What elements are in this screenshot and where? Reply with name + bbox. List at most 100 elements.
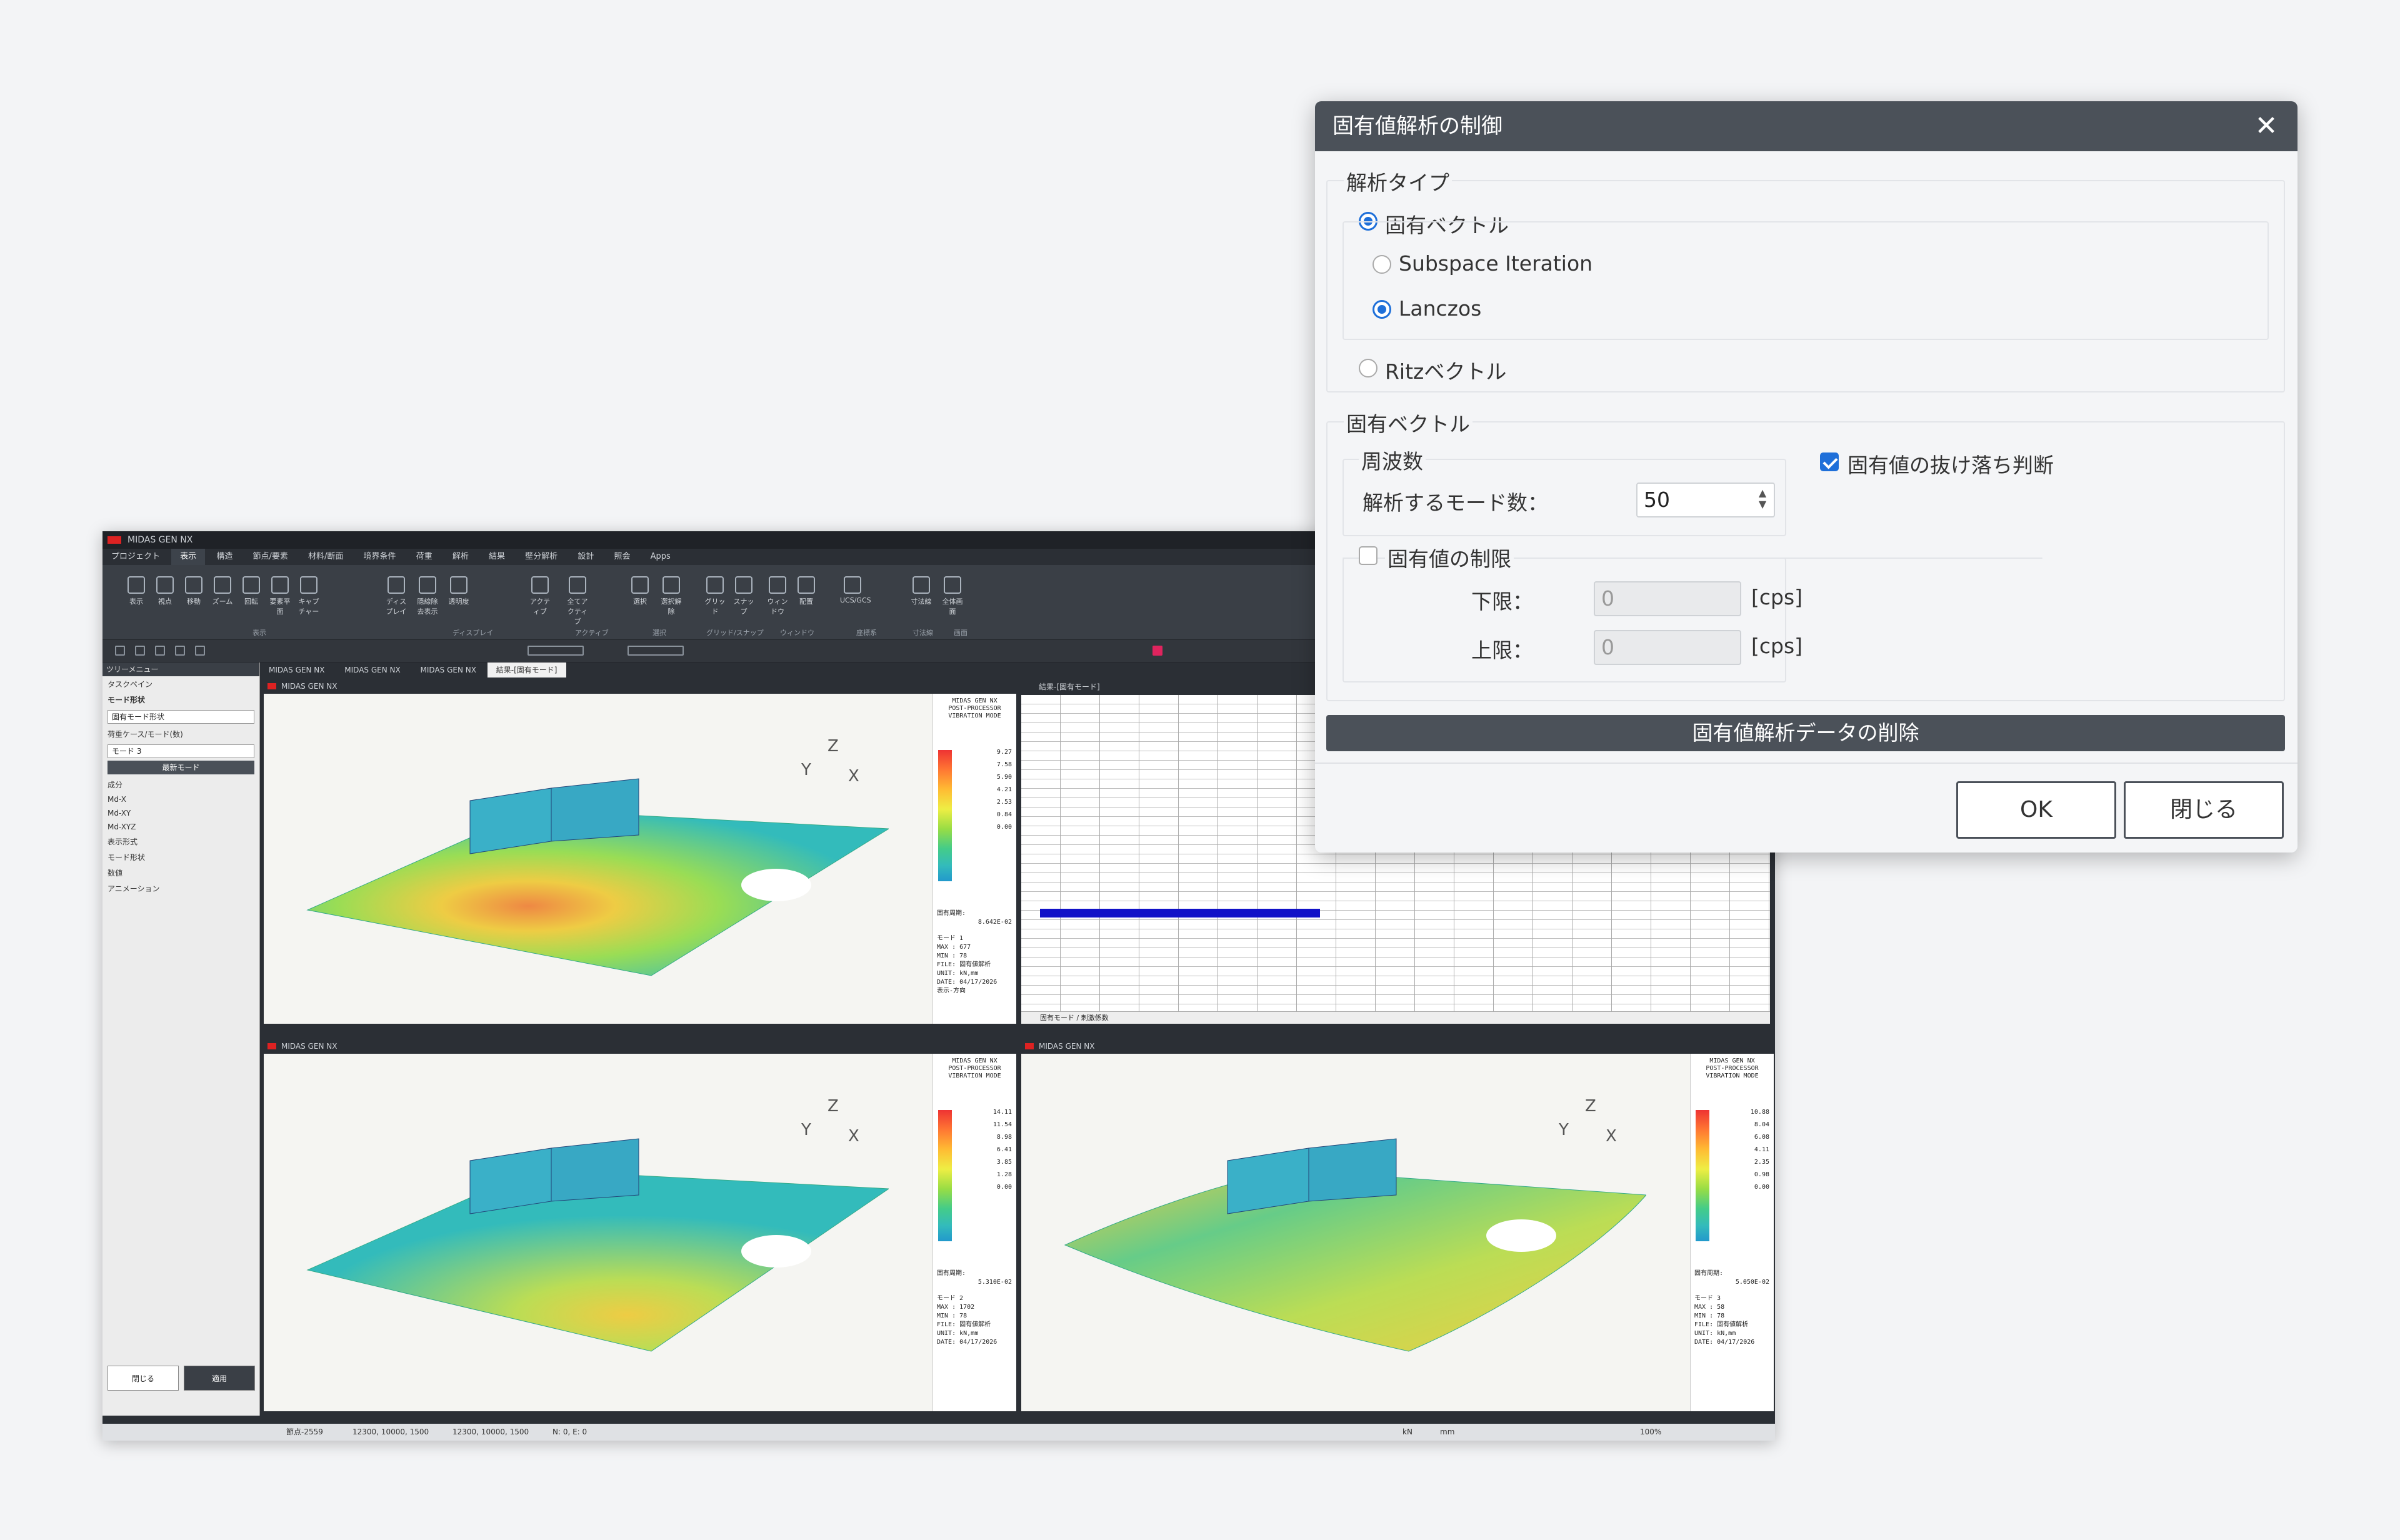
model-viewport[interactable]: MIDAS GEN NX Z Y X MIDAS GEN NX POST-PRO…	[262, 678, 1018, 1025]
subspace-radio[interactable]	[1372, 255, 1391, 274]
close-icon[interactable]: ✕	[2250, 110, 2282, 142]
menu-item[interactable]: 照会	[605, 549, 639, 565]
date-label: DATE: 04/17/2026	[937, 1339, 998, 1346]
model-viewport[interactable]: MIDAS GEN NX Z Y X MIDAS GEN NX POST-PRO…	[262, 1038, 1018, 1412]
doc-tab-active[interactable]: 結果-[固有モード]	[487, 662, 566, 678]
ribbon-button-grid[interactable]: グリッド	[702, 576, 728, 616]
mode-select[interactable]: 固有モード形状	[108, 710, 254, 724]
menu-item[interactable]: プロジェクト	[102, 549, 169, 565]
toolbar-dropdown[interactable]	[528, 646, 584, 656]
mode-count-input[interactable]: 50 ▲ ▼	[1636, 482, 1775, 518]
zoom-level[interactable]: 100%	[1640, 1424, 1661, 1441]
new-file-icon[interactable]	[115, 646, 125, 656]
sturm-check-label[interactable]: 固有値の抜け落ち判断	[1848, 449, 2054, 479]
lanczos-radio[interactable]	[1372, 300, 1391, 319]
mode-shape-plot: Z Y X	[306, 737, 889, 976]
limit-label[interactable]: 固有値の制限	[1385, 542, 1514, 572]
ribbon-button-plane[interactable]: 要素平面	[268, 576, 292, 616]
display-option[interactable]: アニメーション	[102, 881, 259, 896]
ribbon-button-display-opt[interactable]: ディスプレイ	[384, 576, 409, 616]
ribbon-button-fullscreen[interactable]: 全体画面	[940, 576, 965, 616]
lanczos-radio-label[interactable]: Lanczos	[1399, 296, 1481, 321]
ribbon-button-zoom[interactable]: ズーム	[210, 576, 235, 606]
component-option[interactable]: Md-X	[102, 792, 259, 806]
file-label: FILE: 固有値解析	[1694, 1321, 1749, 1328]
menu-item-active[interactable]: 表示	[171, 549, 206, 565]
lower-limit-input[interactable]: 0	[1594, 581, 1741, 616]
delete-eigen-data-button[interactable]: 固有値解析データの削除	[1326, 715, 2285, 751]
ribbon-button-pan[interactable]: 移動	[181, 576, 206, 606]
doc-tab[interactable]: MIDAS GEN NX	[260, 662, 333, 678]
ritz-radio-label[interactable]: Ritzベクトル	[1385, 355, 1506, 385]
open-file-icon[interactable]	[135, 646, 145, 656]
undo-icon[interactable]	[175, 646, 185, 656]
menu-item[interactable]: 境界条件	[355, 549, 405, 565]
ribbon-button-active[interactable]: アクティブ	[528, 576, 552, 616]
toolbar-dropdown[interactable]	[628, 646, 684, 656]
all-active-icon	[569, 576, 586, 594]
lock-icon[interactable]	[1152, 646, 1162, 656]
legend-header: POST-PROCESSOR	[1706, 1065, 1759, 1072]
ok-button[interactable]: OK	[1956, 781, 2116, 839]
ribbon-button-rotate[interactable]: 回転	[239, 576, 264, 606]
capture-icon	[300, 576, 318, 594]
redo-icon[interactable]	[195, 646, 205, 656]
eigenvalue-control-dialog: 固有値解析の制御 ✕ 解析タイプ 固有ベクトル Subspace Iterati…	[1315, 101, 2298, 852]
sturm-check-checkbox[interactable]	[1820, 452, 1839, 471]
display-option[interactable]: モード形状	[102, 849, 259, 865]
menu-item[interactable]: 節点/要素	[244, 549, 296, 565]
menu-item[interactable]: Apps	[642, 549, 679, 565]
ribbon-button-view[interactable]: 視点	[152, 576, 178, 606]
tree-tab[interactable]: タスクペイン	[102, 676, 259, 692]
period-label: 固有周期:	[937, 910, 966, 917]
ribbon-button-transparency[interactable]: 透明度	[446, 576, 471, 606]
upper-limit-input[interactable]: 0	[1594, 630, 1741, 665]
ribbon-button-select[interactable]: 選択	[628, 576, 652, 606]
subspace-radio-label[interactable]: Subspace Iteration	[1399, 251, 1592, 276]
unit-force-select[interactable]: kN	[1402, 1424, 1412, 1441]
svg-text:X: X	[848, 1127, 859, 1146]
display-option[interactable]: 数値	[102, 865, 259, 881]
ribbon-button-display[interactable]: 表示	[124, 576, 149, 606]
dir-label: 表示-方向	[937, 988, 966, 994]
doc-tab[interactable]: MIDAS GEN NX	[412, 662, 485, 678]
load-case-select[interactable]: モード 3	[108, 744, 254, 758]
ribbon-button-all-active[interactable]: 全てアクティブ	[565, 576, 590, 626]
ribbon-button-hidden[interactable]: 隠線除去表示	[415, 576, 440, 616]
ribbon-button-dimension[interactable]: 寸法線	[909, 576, 934, 606]
ribbon-button-window[interactable]: ウィンドウ	[765, 576, 790, 616]
ribbon-button-ucs[interactable]: UCS/GCS	[840, 576, 871, 604]
model-viewport[interactable]: MIDAS GEN NX Z Y X MIDAS GEN NX POST-PRO…	[1020, 1038, 1775, 1412]
menu-item[interactable]: 設計	[569, 549, 602, 565]
svg-text:Y: Y	[801, 761, 811, 779]
ribbon-button-snap[interactable]: スナップ	[731, 576, 756, 616]
unit-length-select[interactable]: mm	[1440, 1424, 1454, 1441]
doc-tab[interactable]: MIDAS GEN NX	[336, 662, 409, 678]
ribbon-button-capture[interactable]: キャプチャー	[296, 576, 321, 616]
spinner-arrows-icon[interactable]: ▲ ▼	[1755, 488, 1770, 512]
tree-close-button[interactable]: 閉じる	[108, 1366, 179, 1391]
menu-item[interactable]: 解析	[444, 549, 478, 565]
tree-apply-button[interactable]: 適用	[184, 1366, 255, 1391]
menu-item[interactable]: 荷重	[408, 549, 441, 565]
component-option[interactable]: Md-XY	[102, 806, 259, 820]
limit-checkbox[interactable]	[1359, 546, 1378, 565]
save-file-icon[interactable]	[155, 646, 165, 656]
close-button[interactable]: 閉じる	[2124, 781, 2284, 839]
menu-item[interactable]: 材料/断面	[299, 549, 352, 565]
monitor-icon	[388, 576, 405, 594]
ribbon-button-arrange[interactable]: 配置	[794, 576, 819, 606]
latest-mode-button[interactable]: 最新モード	[108, 761, 254, 774]
ribbon-button-unselect[interactable]: 選択解除	[659, 576, 684, 616]
unit-label: UNIT: kN,mm	[1694, 1330, 1736, 1337]
menu-item[interactable]: 構造	[208, 549, 241, 565]
table-sheet-tab[interactable]: 固有モード / 刺激係数	[1021, 1011, 1770, 1024]
component-option[interactable]: Md-XYZ	[102, 820, 259, 834]
analysis-type-label: 解析タイプ	[1344, 166, 1452, 196]
eigenvector-method-group	[1342, 221, 2269, 340]
menu-item[interactable]: 結果	[480, 549, 514, 565]
legend-header: POST-PROCESSOR	[948, 705, 1001, 712]
ritz-radio[interactable]	[1359, 359, 1378, 378]
menu-item[interactable]: 壁分解析	[516, 549, 566, 565]
eigenvector-section-label: 固有ベクトル	[1344, 408, 1472, 438]
